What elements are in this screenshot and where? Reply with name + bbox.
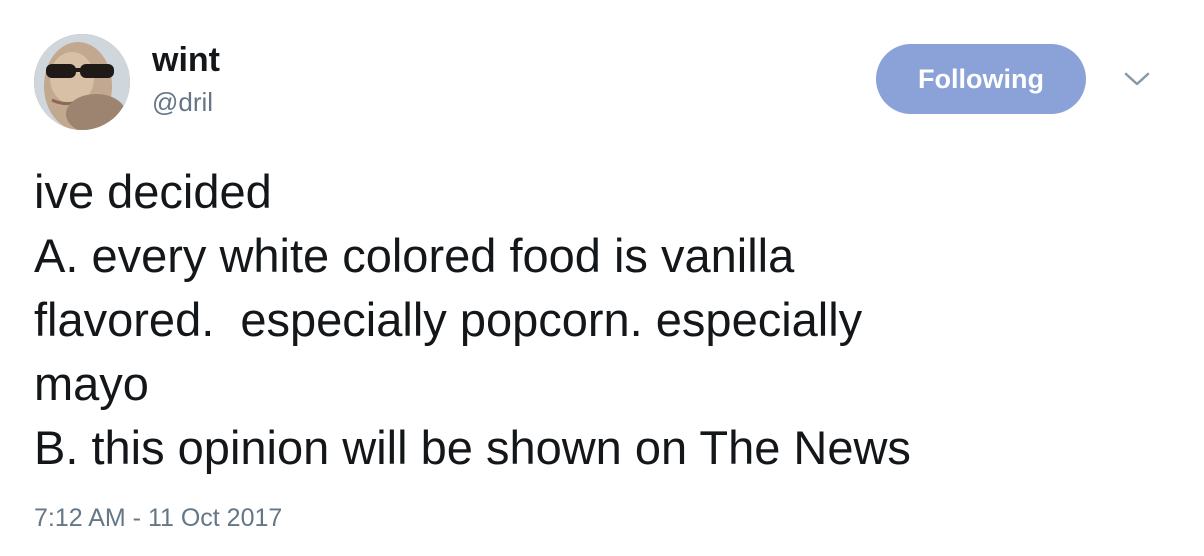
tweet-line: flavored. especially popcorn. especially xyxy=(34,293,863,346)
tweet-line: B. this opinion will be shown on The New… xyxy=(34,421,911,474)
tweet-line: ive decided xyxy=(34,165,272,218)
more-options-button[interactable] xyxy=(1122,68,1152,90)
profile-photo-icon xyxy=(34,34,130,130)
tweet-line: mayo xyxy=(34,357,149,410)
tweet-timestamp[interactable]: 7:12 AM - 11 Oct 2017 xyxy=(34,502,282,534)
user-handle[interactable]: @dril xyxy=(152,86,213,118)
avatar[interactable] xyxy=(34,34,130,130)
chevron-down-icon xyxy=(1124,72,1150,86)
tweet-line: A. every white colored food is vanilla xyxy=(34,229,795,282)
following-button[interactable]: Following xyxy=(876,44,1086,114)
tweet-text: ive decided A. every white colored food … xyxy=(34,160,1174,480)
display-name[interactable]: wint xyxy=(152,40,220,80)
